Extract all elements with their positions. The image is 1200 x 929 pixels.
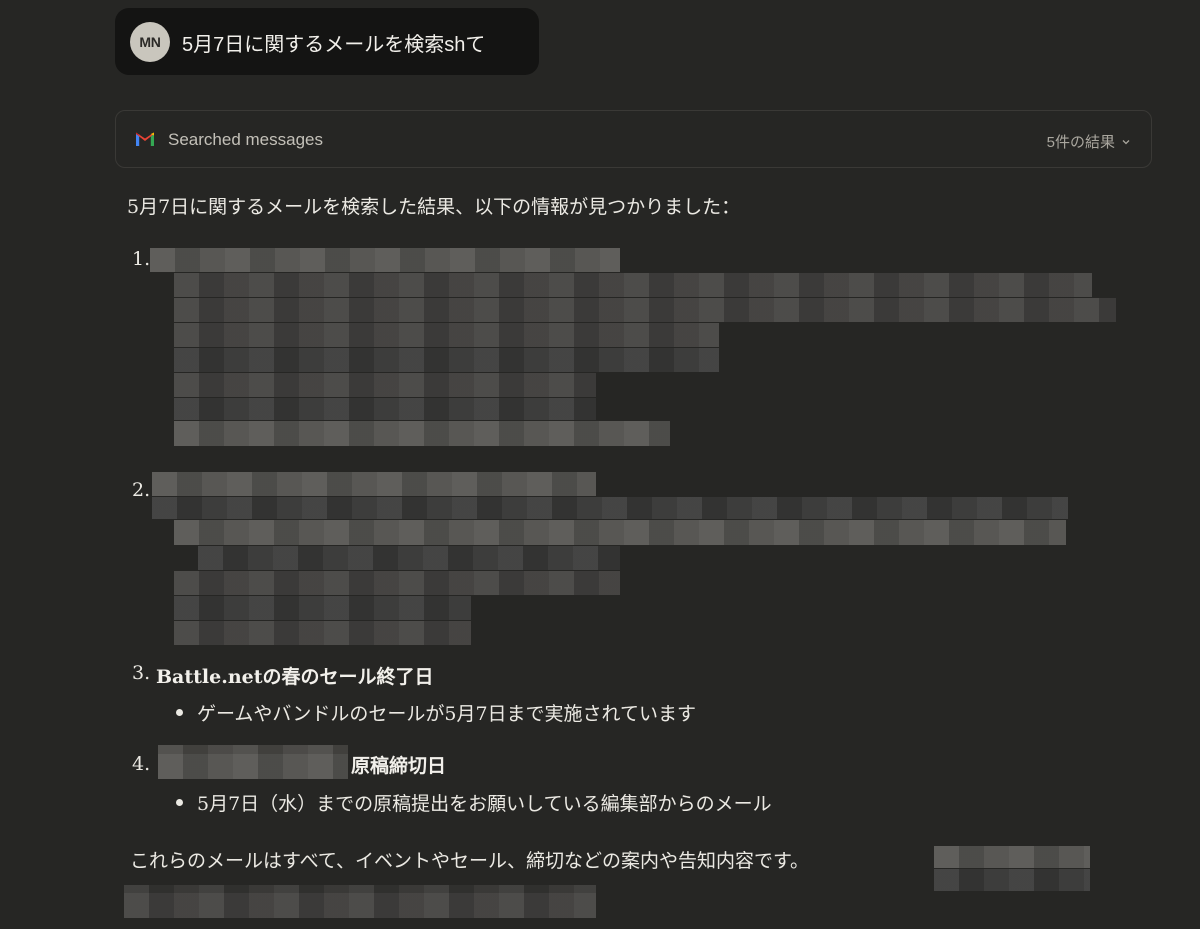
gmail-icon xyxy=(136,132,154,146)
redacted-text xyxy=(174,398,596,420)
list-item-bullet: ゲームやバンドルのセールが5月7日まで実施されています xyxy=(176,699,696,726)
tool-call-label: Searched messages xyxy=(168,130,323,149)
redacted-text xyxy=(174,373,596,397)
list-item-number: 3. xyxy=(132,662,151,684)
avatar: MN xyxy=(130,22,170,62)
redacted-text xyxy=(174,323,719,347)
list-item-heading: 原稿締切日 xyxy=(351,755,447,777)
list-item-number: 4. xyxy=(132,753,151,775)
redacted-text xyxy=(174,273,1092,297)
list-item-number: 1. xyxy=(132,248,151,270)
list-item-number: 2. xyxy=(132,479,151,501)
redacted-text xyxy=(934,846,1090,868)
redacted-text xyxy=(198,546,620,570)
response-outro: これらのメールはすべて、イベントやセール、締切などの案内や告知内容です。 xyxy=(130,850,810,872)
redacted-text xyxy=(174,571,620,595)
results-count: 5件の結果 xyxy=(1046,134,1115,151)
user-message-text: 5月7日に関するメールを検索shて xyxy=(182,34,486,56)
redacted-text xyxy=(174,298,1116,322)
list-item-heading: Battle.netの春のセール終了日 xyxy=(156,666,434,688)
redacted-text xyxy=(150,248,620,272)
bullet-icon xyxy=(176,709,183,716)
redacted-text xyxy=(174,520,1066,545)
redacted-text xyxy=(174,621,471,645)
redacted-text xyxy=(174,596,471,620)
redacted-text xyxy=(152,497,1068,519)
redacted-text xyxy=(174,421,670,446)
bullet-text: ゲームやバンドルのセールが5月7日まで実施されています xyxy=(197,703,696,725)
redacted-text xyxy=(124,885,596,918)
list-item-bullet: 5月7日（水）までの原稿提出をお願いしている編集部からのメール xyxy=(176,789,772,816)
redacted-text xyxy=(152,472,596,496)
redacted-text xyxy=(174,348,719,372)
user-message-bubble: MN 5月7日に関するメールを検索shて xyxy=(115,8,539,75)
tool-call-card[interactable]: Searched messages 5件の結果 xyxy=(115,110,1152,168)
redacted-text xyxy=(158,745,348,779)
results-toggle[interactable]: 5件の結果 xyxy=(1047,131,1131,152)
redacted-text xyxy=(934,869,1090,891)
response-intro: 5月7日に関するメールを検索した結果、以下の情報が見つかりました： xyxy=(127,196,741,218)
bullet-icon xyxy=(176,799,183,806)
bullet-text: 5月7日（水）までの原稿提出をお願いしている編集部からのメール xyxy=(197,793,772,815)
chevron-down-icon xyxy=(1122,139,1130,144)
